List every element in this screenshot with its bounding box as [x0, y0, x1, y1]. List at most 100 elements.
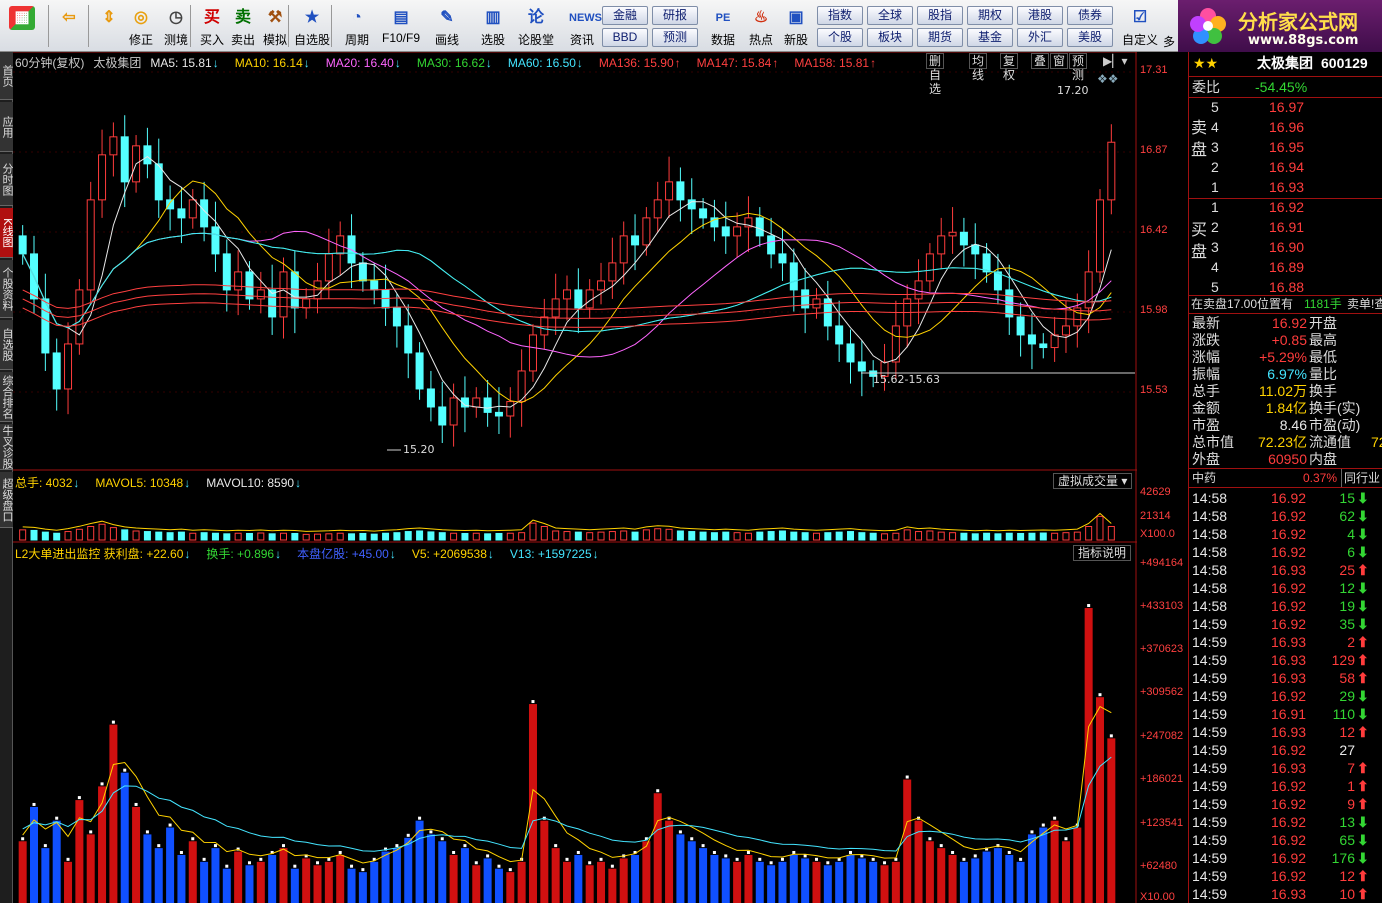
toolbar-NEWS-button[interactable]: NEWS 资讯 [563, 3, 602, 49]
toolbar-star-icon-button[interactable]: ★ 自选股 [293, 3, 331, 49]
volume-bar [620, 530, 628, 541]
toolbar-cycle-icon-button[interactable]: ◔ 周期 [338, 3, 376, 49]
indicator-bar-cap [134, 802, 138, 806]
left-tab-0[interactable]: 首页 [0, 52, 13, 100]
tick-volume: 9 [1347, 796, 1355, 812]
kline-option-0[interactable]: 删自选 [926, 53, 945, 96]
kline-option-5[interactable]: 预测 [1069, 53, 1088, 82]
stat-label: 金额 [1192, 400, 1220, 416]
candle-body [222, 253, 231, 291]
left-tab-5[interactable]: 自选股 [0, 320, 13, 370]
bid-level: 2 [1211, 219, 1219, 235]
toolbar-grid-button-全球[interactable]: 全球 [867, 6, 913, 25]
toolbar-ipo-button[interactable]: ▣ 新股 [779, 3, 813, 49]
ask-price: 16.97 [1269, 99, 1305, 115]
sector-more-button[interactable]: 同行业 [1341, 469, 1380, 487]
volume-bar [87, 525, 95, 541]
toolbar-refresh-icon-button[interactable]: ◎ 修正 [122, 3, 160, 49]
volume-bar [767, 531, 775, 541]
left-tab-8[interactable]: 超级盘口 [0, 472, 13, 528]
left-tab-6[interactable]: 综合排名 [0, 372, 13, 422]
indicator-bar [279, 848, 288, 903]
stat-row: 涨跌 +0.85 最高 [1189, 331, 1382, 349]
more-button[interactable]: 多 [1163, 33, 1175, 50]
volume-bar [132, 530, 140, 541]
order-qty: 1181手 [1304, 297, 1342, 311]
toolbar-grid-button-基金[interactable]: 基金 [967, 28, 1013, 47]
toolbar-grid-button-股指[interactable]: 股指 [917, 6, 963, 25]
toolbar-grid-button-个股[interactable]: 个股 [817, 28, 863, 47]
volume-bar [1005, 532, 1013, 541]
candle-body [733, 226, 742, 237]
toolbar-grid-button-债券[interactable]: 债券 [1067, 6, 1113, 25]
tick-row: 14:59 16.92 35 ⬇ [1189, 615, 1382, 633]
price-tick: 17.31 [1140, 64, 1168, 76]
kline-option-3[interactable]: 叠 [1031, 53, 1050, 69]
kline-option-1[interactable]: 均线 [969, 53, 988, 82]
stock-name: 太极集团 [1257, 55, 1313, 71]
arrow-down-icon: ⬇ [1357, 688, 1369, 704]
candle-body [778, 253, 787, 264]
toolbar-pencil-icon-button[interactable]: ✎ 画线 [428, 3, 466, 49]
indicator-help-button[interactable]: 指标说明 [1073, 545, 1132, 561]
candle-body [404, 325, 413, 354]
legend-text: MAVOL10: 8590 [206, 476, 295, 490]
order-more-link[interactable]: 卖单!查 [1347, 295, 1382, 313]
toolbar-grid-button-美股[interactable]: 美股 [1067, 28, 1113, 47]
custom-button[interactable]: ☑ 自定义 [1120, 3, 1160, 49]
toolbar-data-button[interactable]: PE 数据 [706, 3, 740, 49]
candle-body [631, 235, 640, 246]
volume-type-dropdown[interactable]: 虚拟成交量 ▾ [1053, 473, 1133, 489]
volume-bar [608, 531, 616, 541]
price-tick: 16.42 [1140, 224, 1168, 236]
toolbar-grid-button-外汇[interactable]: 外汇 [1017, 28, 1063, 47]
price-tick: 16.87 [1140, 144, 1168, 156]
candle-body [563, 289, 571, 300]
toolbar-chart-icon-button[interactable]: ▥ 选股 [474, 3, 512, 49]
toolbar-grid-button-BBD[interactable]: BBD [602, 28, 648, 47]
indicator-bar [177, 854, 186, 903]
left-tab-1[interactable]: 应用 [0, 102, 13, 152]
toolbar-grid-button-金融[interactable]: 金融 [602, 6, 648, 25]
indicator-bar [540, 820, 549, 903]
arrow-up-icon: ⬆ [1357, 724, 1369, 740]
toolbar-label: 自选股 [293, 33, 330, 47]
toolbar-grid-icon-button[interactable]: ▦ [5, 3, 39, 49]
toolbar-grid-button-研报[interactable]: 研报 [652, 6, 698, 25]
toolbar-grid-button-期货[interactable]: 期货 [917, 28, 963, 47]
indicator-bar-cap [746, 850, 750, 854]
toolbar-grid-button-预测[interactable]: 预测 [652, 28, 698, 47]
left-tab-7[interactable]: 牛叉诊股 [0, 424, 13, 470]
logo-title: 分析家公式网 [1238, 10, 1358, 34]
indicator-bar [801, 858, 810, 903]
toolbar-label: 数据 [710, 33, 735, 47]
candle-body [188, 199, 197, 219]
toolbar-btn13-button[interactable]: 论论股堂 [517, 3, 555, 49]
legend-text: MA158: 15.81 [794, 56, 870, 70]
left-tab-4[interactable]: 个股资料 [0, 260, 13, 318]
left-tab-2[interactable]: 分时图 [0, 154, 13, 206]
expand-arrow-icon[interactable]: ▶▏▾ [1103, 54, 1127, 68]
tick-row: 14:59 16.92 1 ⬆ [1189, 777, 1382, 795]
arrow-down-icon: ↓ [303, 56, 310, 70]
toolbar-f-icon-button[interactable]: ▤ F10/F9 [382, 3, 420, 49]
tick-price: 16.92 [1271, 814, 1307, 830]
indicator-tick: +62480 [1140, 860, 1178, 872]
toolbar-grid-button-指数[interactable]: 指数 [817, 6, 863, 25]
volume-bar [642, 529, 650, 541]
toolbar-back-icon-button[interactable]: ⇦ [52, 3, 86, 49]
kline-option-4[interactable]: 窗 [1050, 53, 1069, 69]
indicator-bar-cap [883, 861, 887, 865]
left-tab-3[interactable]: K线图 [0, 208, 13, 258]
indicator-bar [1095, 697, 1104, 903]
kline-option-2[interactable]: 复权 [1000, 53, 1019, 82]
toolbar-grid-button-板块[interactable]: 板块 [867, 28, 913, 47]
tick-volume: 19 [1339, 598, 1355, 614]
volume-bar [506, 532, 514, 541]
indicator-bar [767, 865, 776, 903]
stat-label-right: 最高 [1309, 332, 1337, 348]
toolbar-grid-button-期权[interactable]: 期权 [967, 6, 1013, 25]
toolbar-grid-button-港股[interactable]: 港股 [1017, 6, 1063, 25]
toolbar-hot-button[interactable]: ♨ 热点 [744, 3, 778, 49]
toolbar-updown-icon-button[interactable]: ⇕ [92, 3, 126, 49]
